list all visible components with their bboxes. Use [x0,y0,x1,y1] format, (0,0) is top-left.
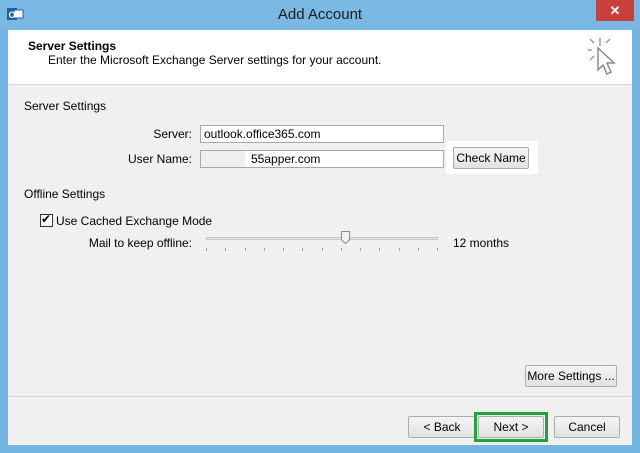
cached-mode-checkbox[interactable]: ✔ [40,212,53,227]
slider-track [206,237,438,240]
checkmark-icon: ✔ [41,212,52,226]
server-input[interactable]: outlook.office365.com [200,125,444,143]
slider-tick [321,248,323,251]
wizard-header: Server Settings Enter the Microsoft Exch… [8,30,632,85]
slider-tick [379,248,381,251]
slider-tick [206,248,207,251]
slider-tick [263,248,265,251]
add-account-window: O Add Account ✕ Server Settings Enter th… [0,0,640,453]
footer-separator [8,396,632,397]
close-button[interactable]: ✕ [596,0,634,21]
dialog-client: Server Settings Enter the Microsoft Exch… [8,30,632,445]
more-settings-button[interactable]: More Settings ... [525,365,617,387]
slider-tick [340,248,342,251]
username-value: 55apper.com [251,152,321,166]
mail-offline-value: 12 months [453,236,510,250]
window-title: Add Account [277,6,363,23]
next-button[interactable]: Next > [478,416,544,438]
server-label: Server: [153,127,192,141]
header-title: Server Settings [28,39,117,53]
redaction-mask [201,151,245,167]
slider-tick [283,248,284,251]
header-subtitle: Enter the Microsoft Exchange Server sett… [48,53,382,67]
title-bar: O Add Account ✕ [0,0,640,30]
slider-tick [417,248,419,251]
slider-thumb[interactable] [340,231,350,244]
cached-mode-label[interactable]: Use Cached Exchange Mode [56,214,212,228]
server-settings-group-label: Server Settings [24,99,107,113]
check-name-button[interactable]: Check Name [453,147,529,169]
mail-offline-slider[interactable] [206,230,438,254]
slider-tick [437,248,438,251]
cancel-button[interactable]: Cancel [554,416,620,438]
back-button[interactable]: < Back [408,416,476,438]
close-icon: ✕ [609,3,621,18]
mail-offline-label: Mail to keep offline: [88,236,192,250]
sparkle-cursor-icon [588,38,616,76]
slider-tick [398,248,400,251]
slider-tick [225,248,227,251]
username-label: User Name: [127,152,192,166]
slider-tick [244,248,246,251]
offline-settings-group-label: Offline Settings [24,187,106,201]
slider-tick [302,248,304,251]
slider-tick [360,248,361,251]
